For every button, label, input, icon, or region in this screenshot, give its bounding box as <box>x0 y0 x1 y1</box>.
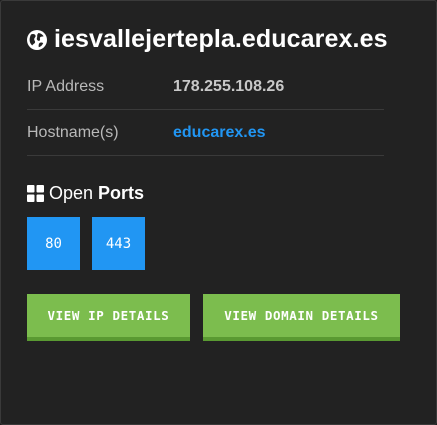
action-buttons: VIEW IP DETAILS VIEW DOMAIN DETAILS <box>27 294 400 341</box>
ports-list: 80 443 <box>27 217 145 270</box>
open-ports-bold: Ports <box>98 183 145 203</box>
ip-address-row: IP Address 178.255.108.26 <box>27 64 384 110</box>
ip-address-value: 178.255.108.26 <box>173 77 285 95</box>
view-ip-details-button[interactable]: VIEW IP DETAILS <box>27 294 190 341</box>
view-domain-details-button[interactable]: VIEW DOMAIN DETAILS <box>203 294 400 341</box>
port-443[interactable]: 443 <box>92 217 145 270</box>
globe-icon <box>27 29 47 50</box>
open-ports-prefix: Open <box>49 183 94 203</box>
host-card: iesvallejertepla.educarex.es IP Address … <box>0 0 437 425</box>
open-ports-heading: Open Ports <box>27 183 144 204</box>
hostname-title: iesvallejertepla.educarex.es <box>54 25 388 53</box>
hostnames-label: Hostname(s) <box>27 123 119 141</box>
hostname-link[interactable]: educarex.es <box>173 124 266 142</box>
ip-address-label: IP Address <box>27 77 105 95</box>
hostnames-row: Hostname(s) educarex.es <box>27 110 384 156</box>
grid-icon <box>27 185 44 202</box>
host-info-table: IP Address 178.255.108.26 Hostname(s) ed… <box>27 64 384 156</box>
host-header: iesvallejertepla.educarex.es <box>27 25 388 54</box>
port-80[interactable]: 80 <box>27 217 80 270</box>
